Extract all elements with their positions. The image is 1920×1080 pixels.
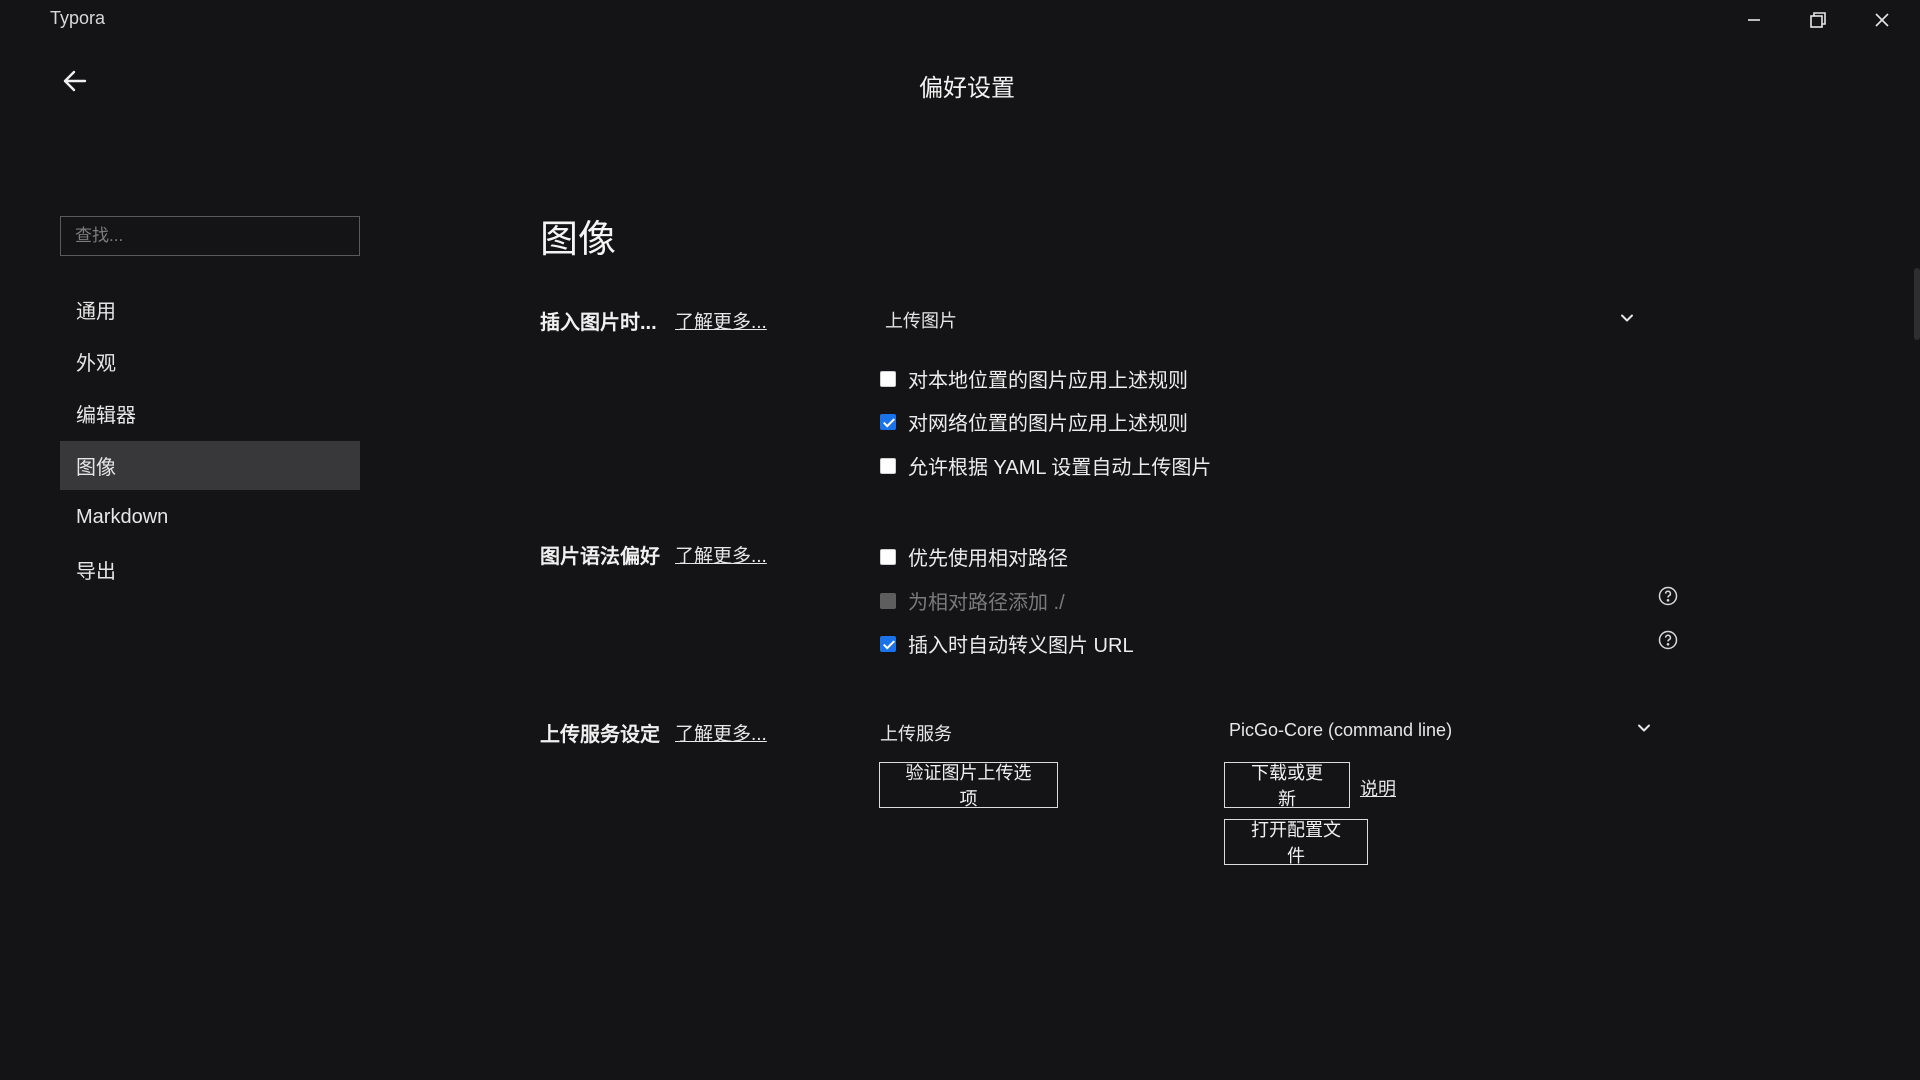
checkbox-relative-path[interactable] [880,548,896,565]
open-config-button[interactable]: 打开配置文件 [1224,819,1368,866]
chevron-down-icon [1619,310,1635,331]
upload-service-field-label: 上传服务 [880,724,952,744]
title-bar: Typora [0,0,1920,40]
upload-service-label: 上传服务设定 [540,724,660,746]
minimize-button[interactable] [1722,0,1786,40]
option-yaml-upload-label: 允许根据 YAML 设置自动上传图片 [908,457,1212,479]
checkbox-escape-url[interactable] [880,635,896,652]
download-update-button[interactable]: 下载或更新 [1224,762,1350,809]
insert-image-label: 插入图片时... [540,312,657,334]
checkbox-apply-network[interactable] [880,413,896,430]
checkbox-apply-local[interactable] [880,370,896,387]
sidebar-item-markdown[interactable]: Markdown [60,493,360,542]
insert-image-action-select[interactable]: 上传图片 [885,306,1635,334]
option-add-dot-slash: 为相对路径添加 ./ [880,586,1065,615]
sidebar-item-editor[interactable]: 编辑器 [60,389,360,438]
upload-service-learn-more-link[interactable]: 了解更多... [675,719,767,746]
option-escape-url[interactable]: 插入时自动转义图片 URL [880,629,1134,658]
insert-image-learn-more-link[interactable]: 了解更多... [675,307,767,334]
option-relative-path[interactable]: 优先使用相对路径 [880,542,1068,571]
sidebar-nav: 通用 外观 编辑器 图像 Markdown 导出 [60,285,360,597]
section-title: 图像 [540,219,617,261]
explain-link[interactable]: 说明 [1360,775,1396,801]
option-escape-url-label: 插入时自动转义图片 URL [908,635,1134,657]
syntax-pref-label: 图片语法偏好 [540,546,660,568]
sidebar-item-appearance[interactable]: 外观 [60,337,360,386]
sidebar-item-export[interactable]: 导出 [60,545,360,594]
help-icon[interactable] [1657,629,1679,651]
option-apply-network-label: 对网络位置的图片应用上述规则 [908,413,1188,435]
option-yaml-upload[interactable]: 允许根据 YAML 设置自动上传图片 [880,451,1211,480]
option-apply-local[interactable]: 对本地位置的图片应用上述规则 [880,364,1188,393]
scrollbar-thumb[interactable] [1914,268,1920,340]
restore-icon [1810,12,1826,28]
option-apply-local-label: 对本地位置的图片应用上述规则 [908,370,1188,392]
option-apply-network[interactable]: 对网络位置的图片应用上述规则 [880,407,1188,436]
checkbox-add-dot-slash [880,592,896,609]
chevron-down-icon [1636,720,1652,741]
upload-service-value: PicGo-Core (command line) [1229,719,1453,740]
minimize-icon [1748,19,1760,21]
app-title: Typora [50,8,106,28]
close-icon [1875,13,1889,27]
option-add-dot-slash-label: 为相对路径添加 ./ [908,592,1065,614]
close-button[interactable] [1850,0,1914,40]
option-relative-path-label: 优先使用相对路径 [908,548,1068,570]
search-input[interactable] [60,216,360,256]
verify-upload-button[interactable]: 验证图片上传选项 [879,762,1058,809]
page-title: 偏好设置 [919,75,1015,102]
upload-service-select[interactable]: PicGo-Core (command line) [1229,716,1652,744]
syntax-pref-learn-more-link[interactable]: 了解更多... [675,541,767,568]
sidebar-item-image[interactable]: 图像 [60,441,360,490]
insert-image-action-value: 上传图片 [885,311,957,331]
help-icon[interactable] [1657,585,1679,607]
restore-button[interactable] [1786,0,1850,40]
checkbox-yaml-upload[interactable] [880,457,896,474]
sidebar-item-general[interactable]: 通用 [60,285,360,334]
